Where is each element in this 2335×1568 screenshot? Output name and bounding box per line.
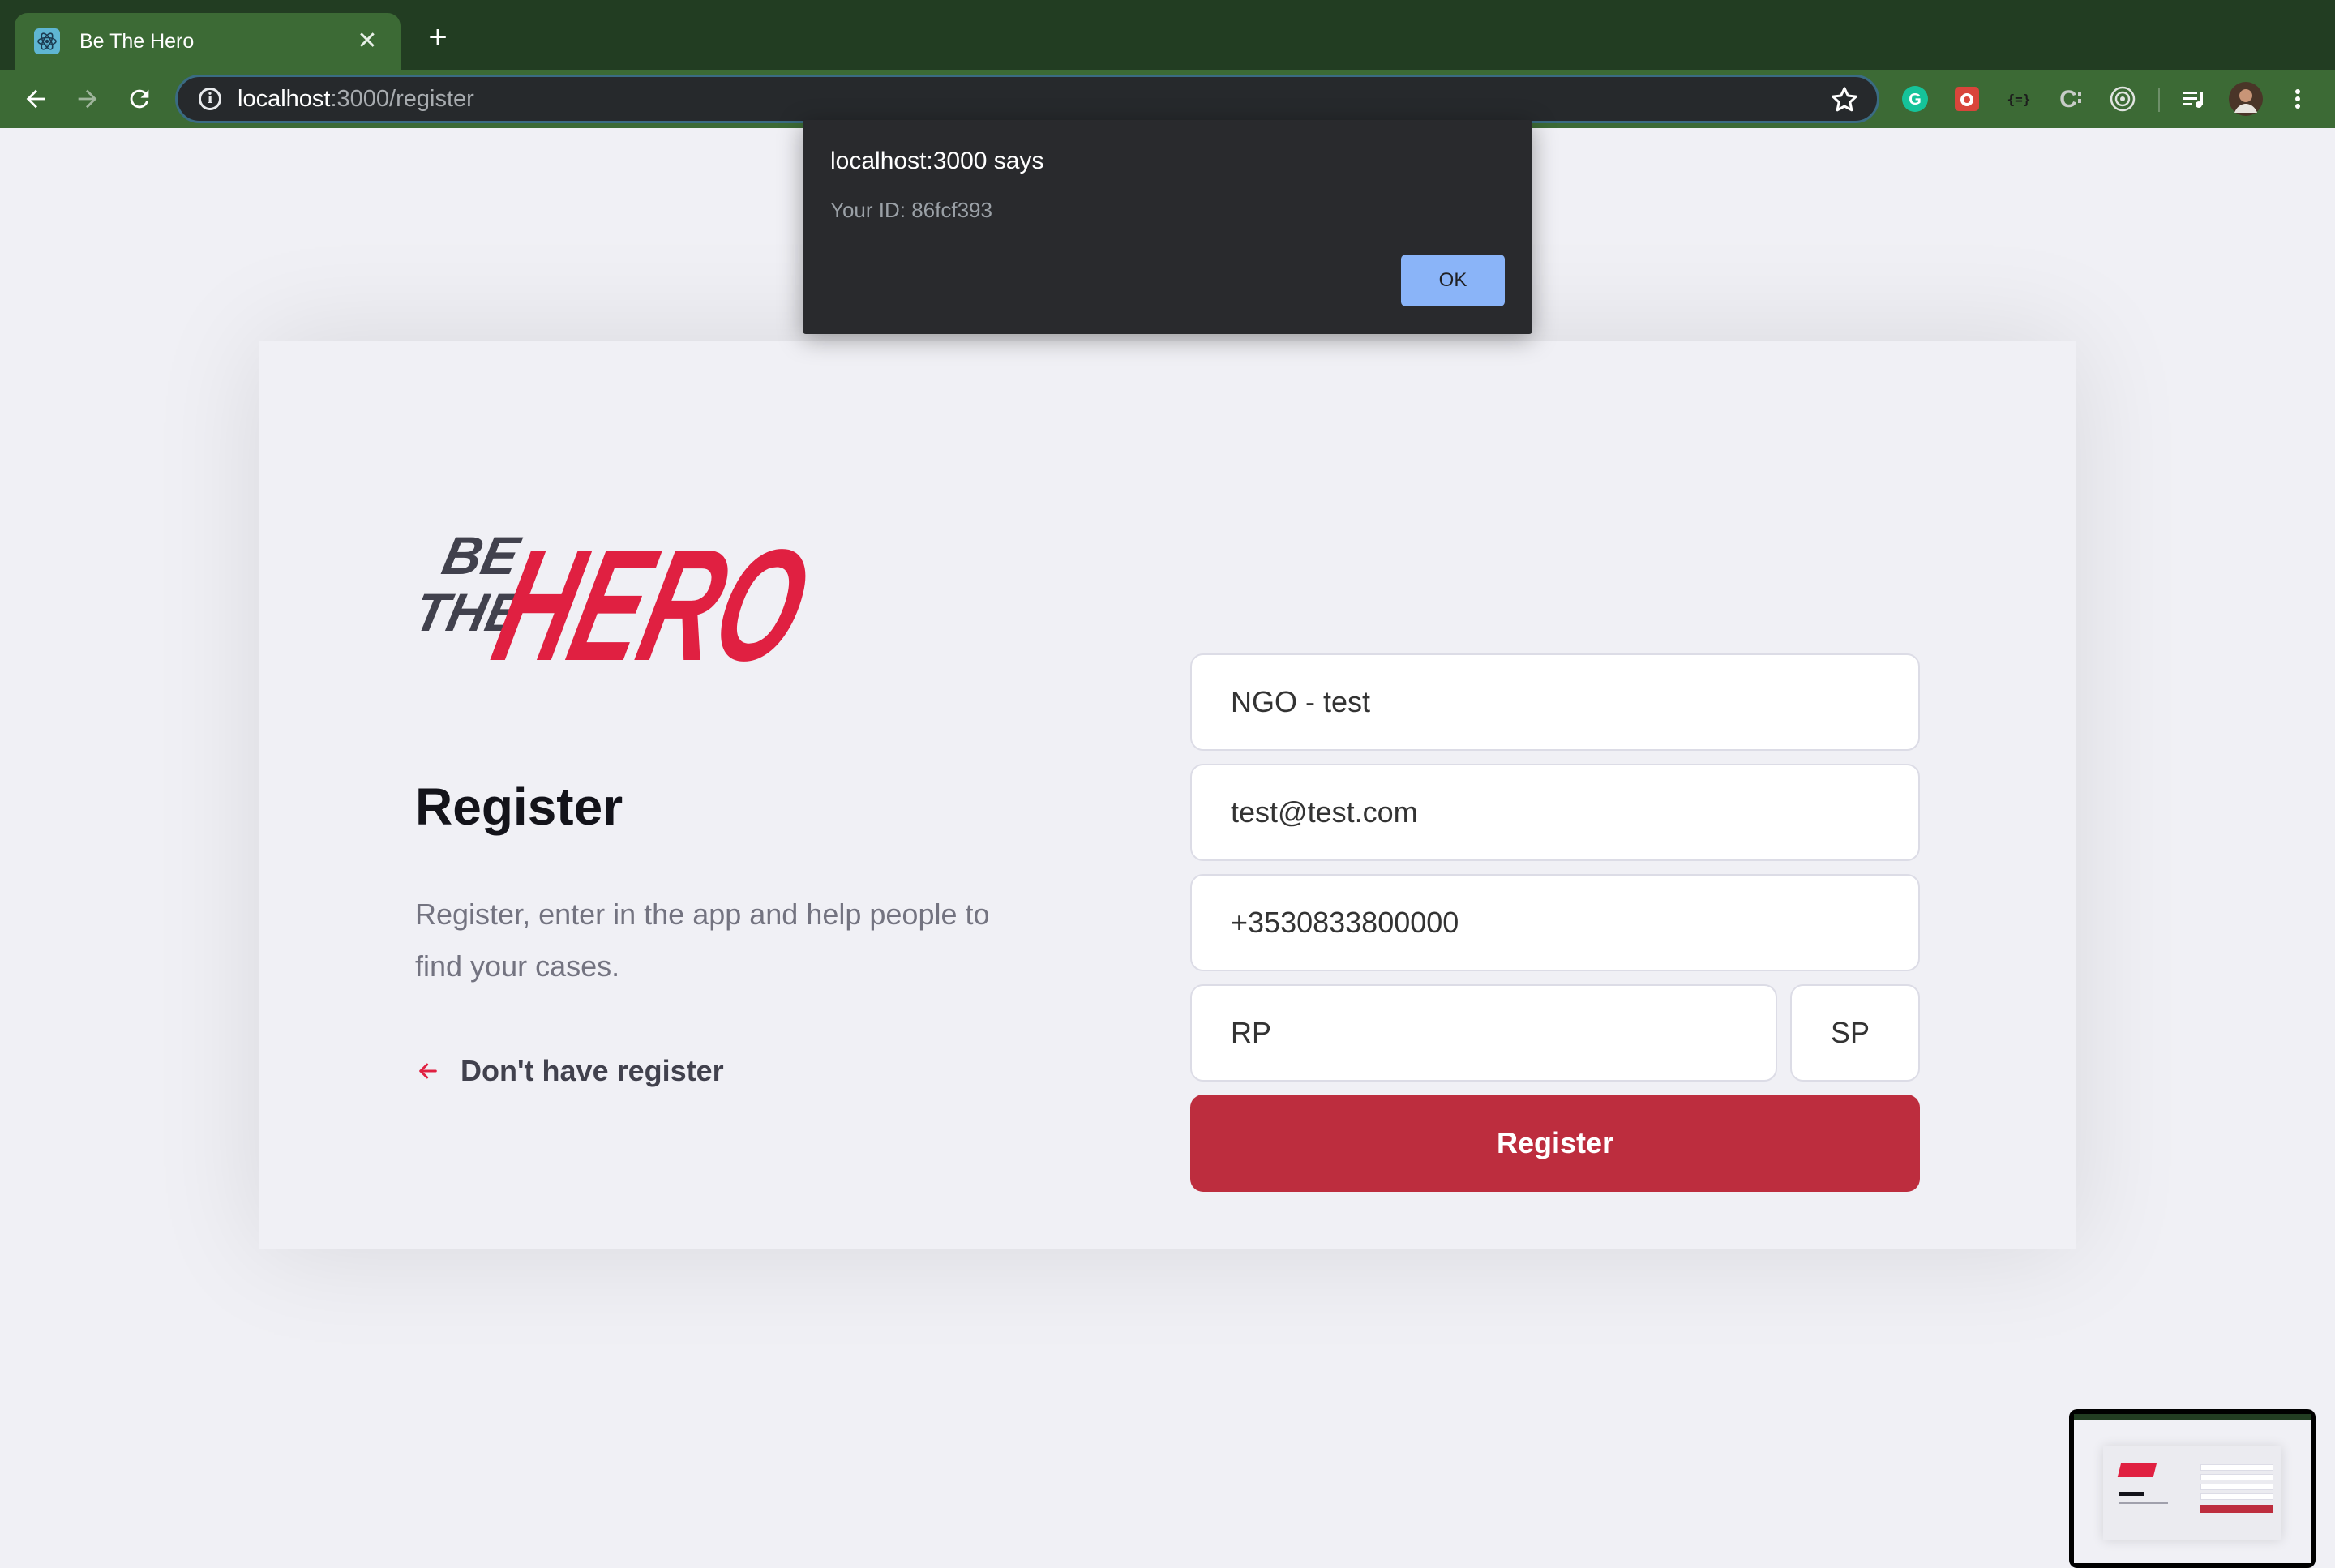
reload-icon [130, 89, 149, 109]
whatsapp-input[interactable] [1190, 874, 1920, 971]
extension-red-icon[interactable] [1947, 79, 1986, 118]
alert-ok-button[interactable]: OK [1401, 255, 1505, 306]
svg-text:{=}: {=} [2007, 92, 2031, 107]
back-link-label: Don't have register [461, 1054, 724, 1087]
register-button[interactable]: Register [1190, 1095, 1920, 1192]
url-host: localhost [238, 85, 331, 112]
profile-avatar[interactable] [2226, 79, 2265, 118]
reload-button[interactable] [120, 79, 159, 118]
svg-text:C: C [2059, 86, 2077, 113]
arrow-right-icon [78, 89, 97, 109]
page-title: Register [415, 778, 623, 836]
grammarly-icon[interactable]: G [1896, 79, 1934, 118]
register-card: BE THE HERO Register Register, enter in … [259, 341, 2076, 1249]
arrow-left-icon [419, 1063, 437, 1079]
back-button[interactable] [16, 79, 55, 118]
browser-tabstrip: Be The Hero ✕ + [0, 0, 2335, 70]
menu-dots-icon[interactable] [2278, 79, 2317, 118]
extension-target-icon[interactable] [2103, 79, 2142, 118]
back-link[interactable]: Don't have register [415, 1054, 724, 1088]
extension-c-icon[interactable]: C [2051, 79, 2090, 118]
media-queue-icon[interactable] [2174, 79, 2213, 118]
forward-button[interactable] [68, 79, 107, 118]
close-tab-icon[interactable]: ✕ [353, 29, 381, 54]
address-bar[interactable]: i localhost:3000/register [175, 75, 1879, 123]
info-icon[interactable]: i [199, 88, 221, 110]
svg-text:G: G [1909, 91, 1922, 109]
toolbar-divider [2158, 88, 2160, 112]
alert-dialog: localhost:3000 says Your ID: 86fcf393 OK [803, 120, 1532, 334]
pip-thumbnail [2074, 1414, 2311, 1563]
alert-message: Your ID: 86fcf393 [830, 198, 992, 222]
star-icon[interactable] [1828, 84, 1861, 116]
email-input[interactable] [1190, 764, 1920, 861]
uf-input[interactable] [1790, 984, 1920, 1082]
picture-in-picture-preview[interactable] [2069, 1409, 2316, 1568]
tab-title: Be The Hero [79, 29, 195, 53]
be-the-hero-logo: BE THE HERO [415, 517, 825, 678]
city-input[interactable] [1190, 984, 1777, 1082]
arrow-left-icon [26, 89, 45, 109]
new-tab-button[interactable]: + [422, 21, 454, 54]
react-icon [34, 28, 60, 54]
url-path: :3000/register [330, 85, 474, 112]
extension-code-icon[interactable]: {=} [1999, 79, 2038, 118]
page-description: Register, enter in the app and help peop… [415, 898, 990, 983]
browser-tab[interactable]: Be The Hero ✕ [15, 13, 401, 70]
logo-hero: HERO [480, 517, 825, 678]
alert-title: localhost:3000 says [830, 148, 1044, 174]
ngo-name-input[interactable] [1190, 653, 1920, 751]
